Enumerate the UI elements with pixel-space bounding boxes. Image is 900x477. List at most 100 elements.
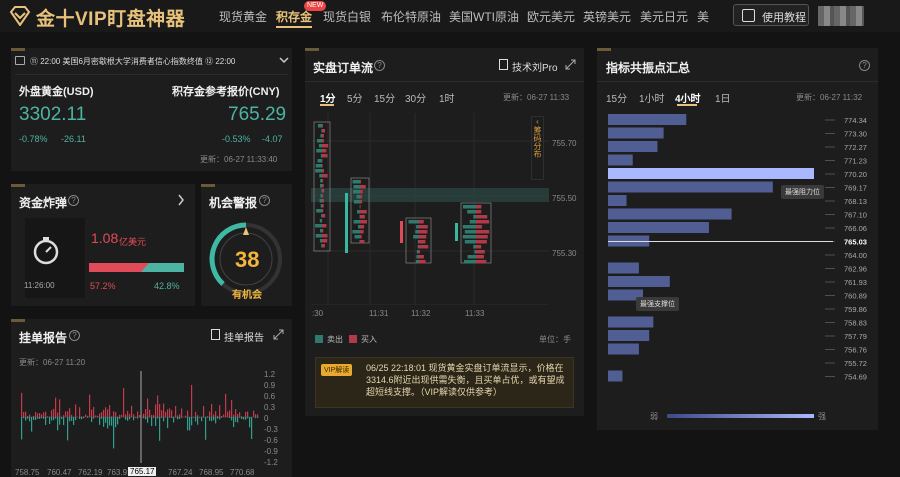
level-label: 754.69 — [844, 373, 867, 382]
order-report-link[interactable]: 挂单报告 — [224, 329, 264, 344]
sell-volume-bar — [316, 209, 322, 213]
tab-15m[interactable]: 15分 — [374, 90, 395, 105]
sell-volume-bar — [465, 230, 476, 234]
expand-icon[interactable] — [565, 59, 576, 70]
nav-more[interactable]: 美 — [697, 8, 709, 25]
tab-5m[interactable]: 5分 — [347, 90, 363, 105]
help-icon[interactable]: ? — [69, 330, 80, 341]
buy-volume-bar — [476, 220, 489, 224]
expand-icon[interactable] — [273, 329, 284, 340]
tutorial-button[interactable]: 使用教程 — [733, 4, 809, 26]
order-bar-up — [239, 412, 240, 417]
pivot-bar — [608, 195, 627, 206]
order-bar-down — [163, 417, 164, 421]
buy-volume-bar — [322, 164, 323, 168]
sell-volume-bar — [473, 245, 476, 249]
order-bar-up — [89, 395, 90, 417]
order-bar-down — [255, 417, 256, 418]
order-bar-down — [109, 417, 110, 425]
order-bar-up — [57, 412, 58, 417]
tab-1m[interactable]: 1分 — [320, 90, 336, 105]
order-bar-up — [237, 414, 238, 417]
order-bar-up — [185, 416, 186, 417]
order-bar-up — [207, 416, 208, 417]
avatar[interactable] — [818, 6, 864, 26]
order-bar-up — [87, 416, 88, 417]
pivot-tab-4h[interactable]: 4小时 — [675, 90, 701, 105]
help-icon[interactable]: ? — [374, 60, 385, 71]
chip-distribution-toggle[interactable]: ‹ 筹码分布 — [531, 116, 544, 180]
sell-volume-bar — [318, 124, 322, 128]
order-bar-down — [167, 417, 168, 428]
order-bar-up — [225, 394, 226, 417]
order-bar-down — [153, 417, 154, 418]
sell-volume-bar — [320, 179, 322, 183]
pro-link[interactable]: 技术刘Pro — [512, 59, 558, 74]
order-bar-down — [45, 417, 46, 425]
order-bar-up — [137, 411, 138, 417]
x-tick: :30 — [312, 309, 323, 318]
order-bar-down — [249, 417, 250, 427]
order-bar-down — [215, 417, 216, 423]
buy-volume-bar — [419, 250, 420, 254]
order-bar-up — [255, 414, 256, 417]
help-icon[interactable]: ? — [68, 195, 79, 206]
chevron-right-icon[interactable] — [177, 194, 185, 206]
help-icon[interactable]: ? — [859, 60, 870, 71]
sell-volume-bar — [463, 225, 476, 229]
x-tick: 11:32 — [411, 309, 430, 318]
nav-eurusd[interactable]: 欧元美元 — [527, 8, 575, 25]
sell-volume-bar — [357, 210, 360, 214]
buy-volume-bar — [322, 169, 324, 173]
buy-legend-swatch — [349, 335, 357, 343]
buy-volume-bar — [322, 129, 325, 133]
nav-usdjpy[interactable]: 美元日元 — [640, 8, 688, 25]
level-label: 773.30 — [844, 130, 867, 139]
order-bar-up — [21, 393, 22, 417]
tab-30m[interactable]: 30分 — [405, 90, 426, 105]
order-bar-down — [247, 417, 248, 418]
nav-spot-silver[interactable]: 现货白银 — [323, 8, 371, 25]
pivot-tab-1d[interactable]: 1日 — [715, 90, 731, 105]
order-bar-up — [69, 408, 70, 417]
tab-1h[interactable]: 1时 — [439, 90, 455, 105]
event-ticker[interactable]: ⑪ 22:00 美国6月密歇根大学消费者信心指数终值 ⑫ 22:00 — [30, 56, 278, 67]
pivot-bar — [608, 168, 814, 179]
order-bar-up — [75, 404, 76, 417]
nav-gbpusd[interactable]: 英镑美元 — [583, 8, 631, 25]
x-tick: 768.95 — [199, 468, 223, 477]
pivot-bar — [608, 263, 639, 274]
buy-volume-bar — [360, 185, 366, 189]
order-bar-up — [127, 411, 128, 417]
pivot-bar — [608, 317, 653, 328]
order-bar-down — [103, 417, 104, 427]
y-tick: -0.3 — [264, 425, 278, 434]
buy-volume-bar — [322, 204, 324, 208]
sell-volume-bar — [315, 169, 322, 173]
order-bar-down — [233, 417, 234, 427]
order-flow-title: 实盘订单流 — [313, 59, 373, 76]
help-icon[interactable]: ? — [259, 195, 270, 206]
nav-spot-gold[interactable]: 现货黄金 — [219, 8, 267, 25]
pivot-tab-active-indicator — [677, 104, 697, 106]
order-bar-up — [175, 406, 176, 417]
order-bar-up — [221, 416, 222, 417]
weak-label: 弱 — [650, 411, 658, 422]
order-bar-down — [161, 417, 162, 418]
sell-volume-bar — [463, 235, 476, 239]
buy-volume-bar — [322, 239, 327, 243]
nav-wti-oil[interactable]: 美国WTI原油 — [449, 8, 519, 25]
order-bar-down — [27, 417, 28, 419]
order-bar-up — [143, 414, 144, 417]
order-bar-up — [41, 414, 42, 417]
sell-volume-bar — [468, 255, 476, 259]
pivot-tab-1h[interactable]: 1小时 — [639, 90, 665, 105]
chevron-down-icon[interactable] — [279, 56, 289, 64]
calendar-icon — [15, 56, 25, 65]
x-tick: 11:33 — [465, 309, 484, 318]
sell-volume-bar — [354, 220, 360, 224]
pivot-tab-15m[interactable]: 15分 — [606, 90, 627, 105]
nav-brent-oil[interactable]: 布伦特原油 — [381, 8, 441, 25]
order-bar-up — [163, 403, 164, 417]
buy-volume-bar — [322, 139, 324, 143]
